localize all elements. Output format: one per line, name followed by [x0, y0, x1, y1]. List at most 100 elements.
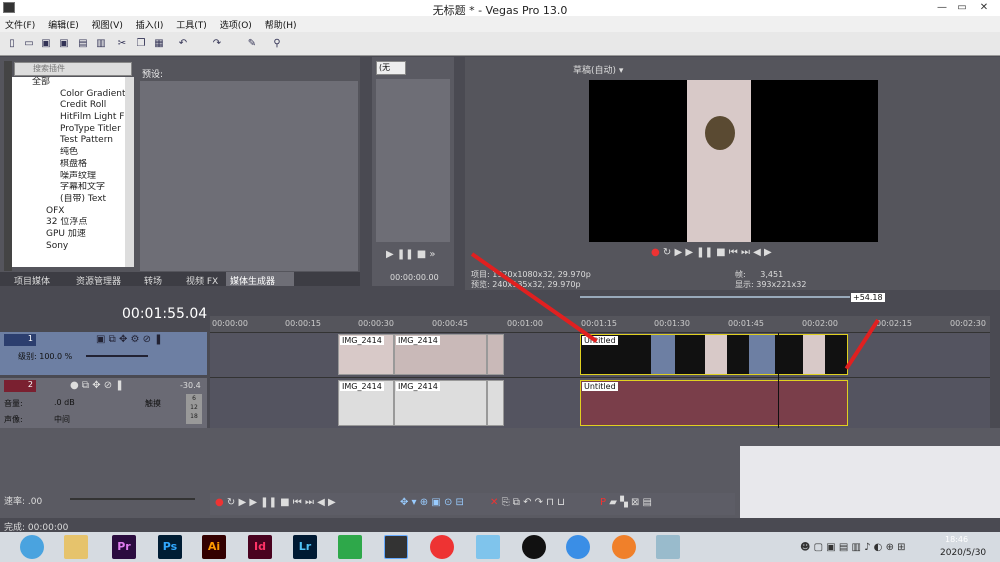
marker-tools[interactable]: P ▰ ▚ ⊠ ▤	[600, 497, 652, 508]
tree-item[interactable]: 噪声纹理	[12, 171, 134, 183]
split-tools[interactable]: ✕ ⎘ ⧉ ↶ ↷ ⊓ ⊔	[490, 497, 565, 508]
menu-options[interactable]: 选项(O)	[215, 16, 257, 33]
lightroom-icon[interactable]: Lr	[293, 535, 317, 559]
transport-controls[interactable]: ● ↻ ▶ ▶ ❚❚ ■ ⏮ ⏭ ◀ ▶	[215, 497, 336, 508]
copy-icon[interactable]: ❐	[134, 37, 148, 50]
tray-icons[interactable]: ☻ ▢ ▣ ▤ ▥ ♪ ◐ ⊕ ⊞	[800, 542, 906, 553]
level-label: 级别: 100.0 %	[18, 352, 73, 361]
cut-icon[interactable]: ✂	[115, 37, 129, 50]
qq-icon[interactable]	[522, 535, 546, 559]
tree-item[interactable]: HitFilm Light Fla	[12, 112, 134, 124]
tree-scrollbar[interactable]	[125, 77, 134, 267]
menu-insert[interactable]: 插入(I)	[131, 16, 169, 33]
ruler-tick: 00:00:15	[285, 319, 321, 328]
tree-item[interactable]: Sony	[12, 241, 134, 253]
app-icon[interactable]	[656, 535, 680, 559]
tab-media-generators[interactable]: 媒体生成器	[226, 272, 294, 287]
start-icon[interactable]	[20, 535, 44, 559]
redo-icon[interactable]: ↷	[210, 37, 224, 50]
audio-track-icons[interactable]: ● ⧉ ✥ ⊘ ❚	[70, 380, 124, 391]
video-track-header[interactable]: 1 ▣ ⧉ ✥ ⚙ ⊘ ❚ 级别: 100.0 %	[0, 332, 207, 375]
tab-video-fx[interactable]: 视频 FX	[186, 274, 218, 287]
app-icon[interactable]	[476, 535, 500, 559]
loop-region[interactable]	[580, 296, 850, 298]
untitled-video-clip[interactable]: Untitled	[580, 334, 848, 375]
ruler-tick: 00:01:15	[581, 319, 617, 328]
clip-label: IMG_2414	[340, 382, 384, 391]
meter-scale-6: 6	[192, 395, 196, 402]
app-icon[interactable]	[612, 535, 636, 559]
audio-track-header[interactable]: 2 ● ⧉ ✥ ⊘ ❚ -30.4 音量: .0 dB 触摸 声像: 中间 6 …	[0, 378, 207, 428]
trimmer-dropdown[interactable]: (无	[376, 61, 406, 75]
menu-file[interactable]: 文件(F)	[0, 16, 40, 33]
tab-project-media[interactable]: 项目媒体	[14, 274, 50, 287]
frame-label: 帧:	[735, 270, 746, 279]
audio-clip[interactable]	[487, 380, 504, 426]
audio-meter: 6 12 18	[186, 394, 202, 424]
rate-slider[interactable]	[70, 498, 195, 500]
save-icon[interactable]: ▣	[39, 37, 53, 50]
main-toolbar: ▯ ▭ ▣ ▣ ▤ ▥ ✂ ❐ ▦ ↶ ↷ ✎ ⚲	[0, 32, 1000, 56]
chrome-icon[interactable]	[566, 535, 590, 559]
tree-item[interactable]: 32 位浮点	[12, 217, 134, 229]
tree-item[interactable]: 字幕和文字	[12, 182, 134, 194]
quality-dropdown[interactable]: 草稿(自动)	[573, 66, 616, 76]
video-clip[interactable]: IMG_2414	[338, 334, 394, 375]
tree-item[interactable]: OFX	[12, 206, 134, 218]
open-icon[interactable]: ▭	[22, 37, 36, 50]
audio-clip[interactable]: IMG_2414	[394, 380, 487, 426]
tree-item[interactable]: 棋盘格	[12, 159, 134, 171]
pan-value: 中间	[54, 415, 70, 424]
tab-explorer[interactable]: 资源管理器	[76, 274, 121, 287]
track-fx-icons[interactable]: ▣ ⧉ ✥ ⚙ ⊘ ❚	[96, 334, 163, 345]
brush-icon[interactable]: ✎	[245, 37, 259, 50]
tree-item[interactable]: ProType Titler	[12, 124, 134, 136]
video-clip[interactable]	[487, 334, 504, 375]
new-icon[interactable]: ▯	[5, 37, 19, 50]
panel-grip[interactable]	[4, 61, 12, 271]
preview-transport[interactable]: ● ↻ ▶ ▶ ❚❚ ■ ⏮ ⏭ ◀ ▶	[651, 247, 772, 258]
touch-mode[interactable]: 触摸	[145, 398, 161, 409]
clip-frame	[803, 335, 825, 374]
tree-item[interactable]: (自带) Text	[12, 194, 134, 206]
tree-item[interactable]: 全部	[12, 77, 134, 89]
tree-item[interactable]: Color Gradient	[12, 89, 134, 101]
app-icon[interactable]	[430, 535, 454, 559]
premiere-icon[interactable]: Pr	[112, 535, 136, 559]
menu-help[interactable]: 帮助(H)	[260, 16, 302, 33]
search-input[interactable]: 搜索插件	[14, 62, 132, 76]
paste-icon[interactable]: ▦	[152, 37, 166, 50]
video-clip[interactable]: IMG_2414	[394, 334, 487, 375]
menu-edit[interactable]: 编辑(E)	[43, 16, 84, 33]
help-cursor-icon[interactable]: ⚲	[270, 37, 284, 50]
green-app-icon[interactable]	[338, 535, 362, 559]
undo-icon[interactable]: ↶	[176, 37, 190, 50]
clip-label: IMG_2414	[340, 336, 384, 345]
indesign-icon[interactable]: Id	[248, 535, 272, 559]
tree-item[interactable]: Test Pattern	[12, 135, 134, 147]
vegas-icon[interactable]	[384, 535, 408, 559]
save-as-icon[interactable]: ▣	[57, 37, 71, 50]
close-button[interactable]: ✕	[970, 0, 998, 16]
timeline-tracks[interactable]: IMG_2414 IMG_2414 Untitled IMG_2414 IMG_…	[210, 333, 990, 450]
tree-item[interactable]: 纯色	[12, 147, 134, 159]
clock-date: 2020/5/30	[940, 548, 987, 558]
explorer-icon[interactable]	[64, 535, 88, 559]
illustrator-icon[interactable]: Ai	[202, 535, 226, 559]
trimmer-transport[interactable]: ▶ ❚❚ ■ »	[386, 249, 436, 260]
ruler-tick: 00:02:30	[950, 319, 986, 328]
menu-view[interactable]: 视图(V)	[87, 16, 128, 33]
properties-icon[interactable]: ▥	[94, 37, 108, 50]
tree-item[interactable]: Credit Roll	[12, 100, 134, 112]
photoshop-icon[interactable]: Ps	[158, 535, 182, 559]
track-number: 2	[4, 380, 36, 392]
ruler-tick: 00:02:15	[876, 319, 912, 328]
untitled-audio-clip[interactable]: Untitled	[580, 380, 848, 426]
render-icon[interactable]: ▤	[76, 37, 90, 50]
level-slider[interactable]	[86, 355, 148, 357]
tree-item[interactable]: GPU 加速	[12, 229, 134, 241]
tab-transitions[interactable]: 转场	[144, 274, 162, 287]
edit-tools[interactable]: ✥ ▾ ⊕ ▣ ⊙ ⊟	[400, 497, 464, 508]
audio-clip[interactable]: IMG_2414	[338, 380, 394, 426]
menu-tools[interactable]: 工具(T)	[171, 16, 212, 33]
